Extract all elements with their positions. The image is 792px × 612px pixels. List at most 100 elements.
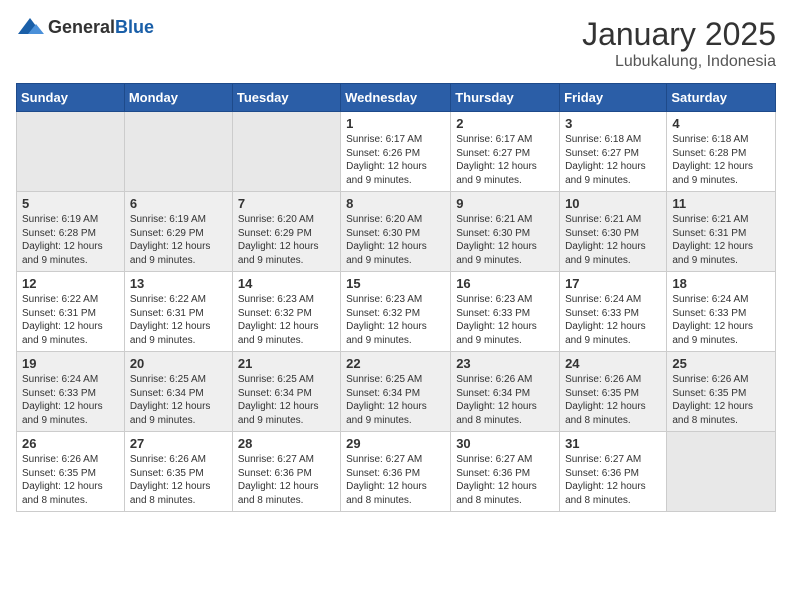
calendar-cell: 23Sunrise: 6:26 AM Sunset: 6:34 PM Dayli…: [451, 352, 560, 432]
day-info: Sunrise: 6:17 AM Sunset: 6:26 PM Dayligh…: [346, 133, 445, 187]
calendar-cell: 10 Sunrise: 6:21 AM Sunset: 6:30 PM Dayli…: [560, 192, 667, 272]
day-number: 29: [346, 436, 445, 451]
month-title: January 2025: [582, 16, 776, 53]
day-number: 1: [346, 116, 445, 131]
calendar-cell: 14 Sunrise: 6:23 AM Sunset: 6:32 PM Dayli…: [232, 272, 340, 352]
calendar-cell: 16 Sunrise: 6:23 AM Sunset: 6:33 PM Dayli…: [451, 272, 560, 352]
logo: GeneralBlue: [16, 16, 154, 38]
day-number: 25: [672, 356, 770, 371]
calendar-cell: 17 Sunrise: 6:24 AM Sunset: 6:33 PM Dayli…: [560, 272, 667, 352]
calendar-cell: 11 Sunrise: 6:21 AM Sunset: 6:31 PM Dayli…: [667, 192, 776, 272]
calendar-cell: 22 Sunrise: 6:25 AM Sunset: 6:34 PM Dayli…: [341, 352, 451, 432]
day-number: 31: [565, 436, 661, 451]
day-number: 5: [22, 196, 119, 211]
day-info: Sunrise: 6:27 AM Sunset: 6:36 PM Dayligh…: [565, 453, 661, 507]
weekday-header-row: SundayMondayTuesdayWednesdayThursdayFrid…: [17, 84, 776, 112]
day-number: 27: [130, 436, 227, 451]
calendar-week-3: 12Sunrise: 6:22 AM Sunset: 6:31 PM Dayli…: [17, 272, 776, 352]
day-info: Sunrise: 6:25 AM Sunset: 6:34 PM Dayligh…: [346, 373, 445, 427]
day-info: Sunrise: 6:26 AM Sunset: 6:35 PM Dayligh…: [672, 373, 770, 427]
day-number: 21: [238, 356, 335, 371]
day-number: 16: [456, 276, 554, 291]
day-info: Sunrise: 6:23 AM Sunset: 6:32 PM Dayligh…: [238, 293, 335, 347]
day-number: 22: [346, 356, 445, 371]
day-number: 2: [456, 116, 554, 131]
day-info: Sunrise: 6:24 AM Sunset: 6:33 PM Dayligh…: [565, 293, 661, 347]
calendar-cell: 18 Sunrise: 6:24 AM Sunset: 6:33 PM Dayli…: [667, 272, 776, 352]
day-info: Sunrise: 6:17 AM Sunset: 6:27 PM Dayligh…: [456, 133, 554, 187]
calendar-cell: 12Sunrise: 6:22 AM Sunset: 6:31 PM Dayli…: [17, 272, 125, 352]
day-info: Sunrise: 6:25 AM Sunset: 6:34 PM Dayligh…: [238, 373, 335, 427]
calendar-cell: 9Sunrise: 6:21 AM Sunset: 6:30 PM Daylig…: [451, 192, 560, 272]
weekday-header-sunday: Sunday: [17, 84, 125, 112]
day-number: 19: [22, 356, 119, 371]
weekday-header-tuesday: Tuesday: [232, 84, 340, 112]
day-info: Sunrise: 6:24 AM Sunset: 6:33 PM Dayligh…: [672, 293, 770, 347]
calendar-cell: 4Sunrise: 6:18 AM Sunset: 6:28 PM Daylig…: [667, 112, 776, 192]
calendar-cell: 15 Sunrise: 6:23 AM Sunset: 6:32 PM Dayli…: [341, 272, 451, 352]
calendar-cell: 31 Sunrise: 6:27 AM Sunset: 6:36 PM Dayli…: [560, 432, 667, 512]
day-number: 17: [565, 276, 661, 291]
day-number: 24: [565, 356, 661, 371]
day-number: 11: [672, 196, 770, 211]
location-title: Lubukalung, Indonesia: [582, 53, 776, 71]
logo-icon: [16, 16, 44, 38]
calendar-cell: [124, 112, 232, 192]
day-number: 3: [565, 116, 661, 131]
day-info: Sunrise: 6:20 AM Sunset: 6:30 PM Dayligh…: [346, 213, 445, 267]
calendar-cell: 3 Sunrise: 6:18 AM Sunset: 6:27 PM Daylig…: [560, 112, 667, 192]
day-number: 13: [130, 276, 227, 291]
weekday-header-monday: Monday: [124, 84, 232, 112]
calendar-cell: 7 Sunrise: 6:20 AM Sunset: 6:29 PM Daylig…: [232, 192, 340, 272]
calendar-cell: 26 Sunrise: 6:26 AM Sunset: 6:35 PM Dayli…: [17, 432, 125, 512]
day-info: Sunrise: 6:27 AM Sunset: 6:36 PM Dayligh…: [238, 453, 335, 507]
calendar-week-2: 5 Sunrise: 6:19 AM Sunset: 6:28 PM Daylig…: [17, 192, 776, 272]
calendar-cell: 5 Sunrise: 6:19 AM Sunset: 6:28 PM Daylig…: [17, 192, 125, 272]
calendar-cell: [232, 112, 340, 192]
calendar-table: SundayMondayTuesdayWednesdayThursdayFrid…: [16, 83, 776, 512]
day-number: 4: [672, 116, 770, 131]
weekday-header-friday: Friday: [560, 84, 667, 112]
calendar-cell: 1 Sunrise: 6:17 AM Sunset: 6:26 PM Daylig…: [341, 112, 451, 192]
day-info: Sunrise: 6:20 AM Sunset: 6:29 PM Dayligh…: [238, 213, 335, 267]
calendar-cell: 21 Sunrise: 6:25 AM Sunset: 6:34 PM Dayli…: [232, 352, 340, 432]
day-info: Sunrise: 6:25 AM Sunset: 6:34 PM Dayligh…: [130, 373, 227, 427]
day-number: 10: [565, 196, 661, 211]
calendar-cell: 19 Sunrise: 6:24 AM Sunset: 6:33 PM Dayli…: [17, 352, 125, 432]
day-number: 7: [238, 196, 335, 211]
day-info: Sunrise: 6:27 AM Sunset: 6:36 PM Dayligh…: [456, 453, 554, 507]
calendar-cell: 25 Sunrise: 6:26 AM Sunset: 6:35 PM Dayli…: [667, 352, 776, 432]
weekday-header-wednesday: Wednesday: [341, 84, 451, 112]
title-block: January 2025 Lubukalung, Indonesia: [582, 16, 776, 71]
day-info: Sunrise: 6:18 AM Sunset: 6:27 PM Dayligh…: [565, 133, 661, 187]
calendar-cell: 8Sunrise: 6:20 AM Sunset: 6:30 PM Daylig…: [341, 192, 451, 272]
logo-general: General: [48, 17, 115, 37]
calendar-cell: 30Sunrise: 6:27 AM Sunset: 6:36 PM Dayli…: [451, 432, 560, 512]
calendar-cell: [17, 112, 125, 192]
day-number: 18: [672, 276, 770, 291]
weekday-header-saturday: Saturday: [667, 84, 776, 112]
day-number: 14: [238, 276, 335, 291]
calendar-cell: [667, 432, 776, 512]
calendar-cell: 29Sunrise: 6:27 AM Sunset: 6:36 PM Dayli…: [341, 432, 451, 512]
day-info: Sunrise: 6:26 AM Sunset: 6:35 PM Dayligh…: [22, 453, 119, 507]
day-info: Sunrise: 6:24 AM Sunset: 6:33 PM Dayligh…: [22, 373, 119, 427]
day-info: Sunrise: 6:23 AM Sunset: 6:32 PM Dayligh…: [346, 293, 445, 347]
weekday-header-thursday: Thursday: [451, 84, 560, 112]
day-info: Sunrise: 6:19 AM Sunset: 6:28 PM Dayligh…: [22, 213, 119, 267]
day-number: 20: [130, 356, 227, 371]
day-info: Sunrise: 6:26 AM Sunset: 6:35 PM Dayligh…: [130, 453, 227, 507]
calendar-week-1: 1 Sunrise: 6:17 AM Sunset: 6:26 PM Daylig…: [17, 112, 776, 192]
calendar-cell: 6Sunrise: 6:19 AM Sunset: 6:29 PM Daylig…: [124, 192, 232, 272]
day-info: Sunrise: 6:21 AM Sunset: 6:30 PM Dayligh…: [565, 213, 661, 267]
day-info: Sunrise: 6:21 AM Sunset: 6:31 PM Dayligh…: [672, 213, 770, 267]
calendar-week-5: 26 Sunrise: 6:26 AM Sunset: 6:35 PM Dayli…: [17, 432, 776, 512]
day-number: 15: [346, 276, 445, 291]
day-number: 12: [22, 276, 119, 291]
logo-blue: Blue: [115, 17, 154, 37]
day-info: Sunrise: 6:23 AM Sunset: 6:33 PM Dayligh…: [456, 293, 554, 347]
day-number: 6: [130, 196, 227, 211]
day-number: 9: [456, 196, 554, 211]
calendar-cell: 20 Sunrise: 6:25 AM Sunset: 6:34 PM Dayli…: [124, 352, 232, 432]
day-number: 26: [22, 436, 119, 451]
